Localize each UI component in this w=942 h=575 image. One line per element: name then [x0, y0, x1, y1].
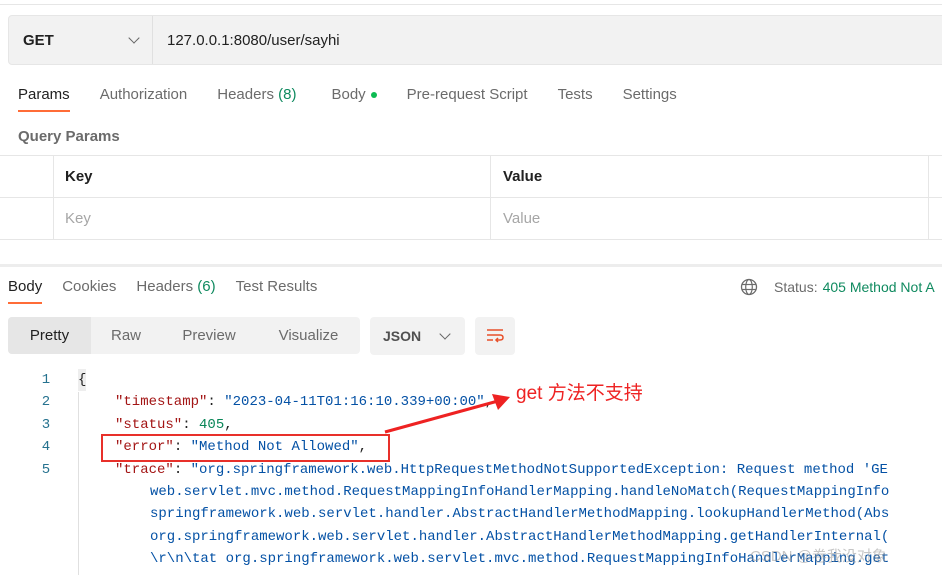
annotation-arrow-icon [384, 394, 510, 434]
watermark: CSDN @卷我没对象 [750, 548, 887, 565]
annotation-text: get 方法不支持 [516, 383, 643, 404]
